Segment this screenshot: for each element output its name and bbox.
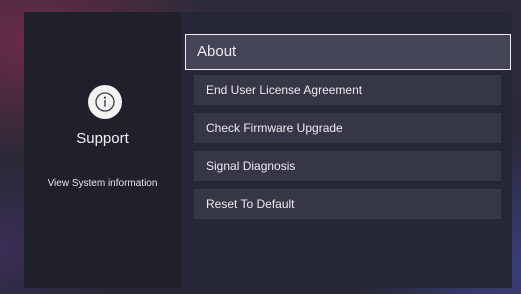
menu-item-about[interactable]: About <box>185 34 511 70</box>
info-circle-icon <box>88 85 122 119</box>
menu-item-eula[interactable]: End User License Agreement <box>194 75 501 105</box>
menu-item-check-firmware-upgrade[interactable]: Check Firmware Upgrade <box>194 113 501 143</box>
sidebar-description: View System information <box>47 178 158 189</box>
menu-item-signal-diagnosis[interactable]: Signal Diagnosis <box>194 151 501 181</box>
sidebar-title: Support <box>76 130 129 147</box>
support-sidebar <box>24 12 181 288</box>
menu-item-reset-to-default[interactable]: Reset To Default <box>194 189 501 219</box>
